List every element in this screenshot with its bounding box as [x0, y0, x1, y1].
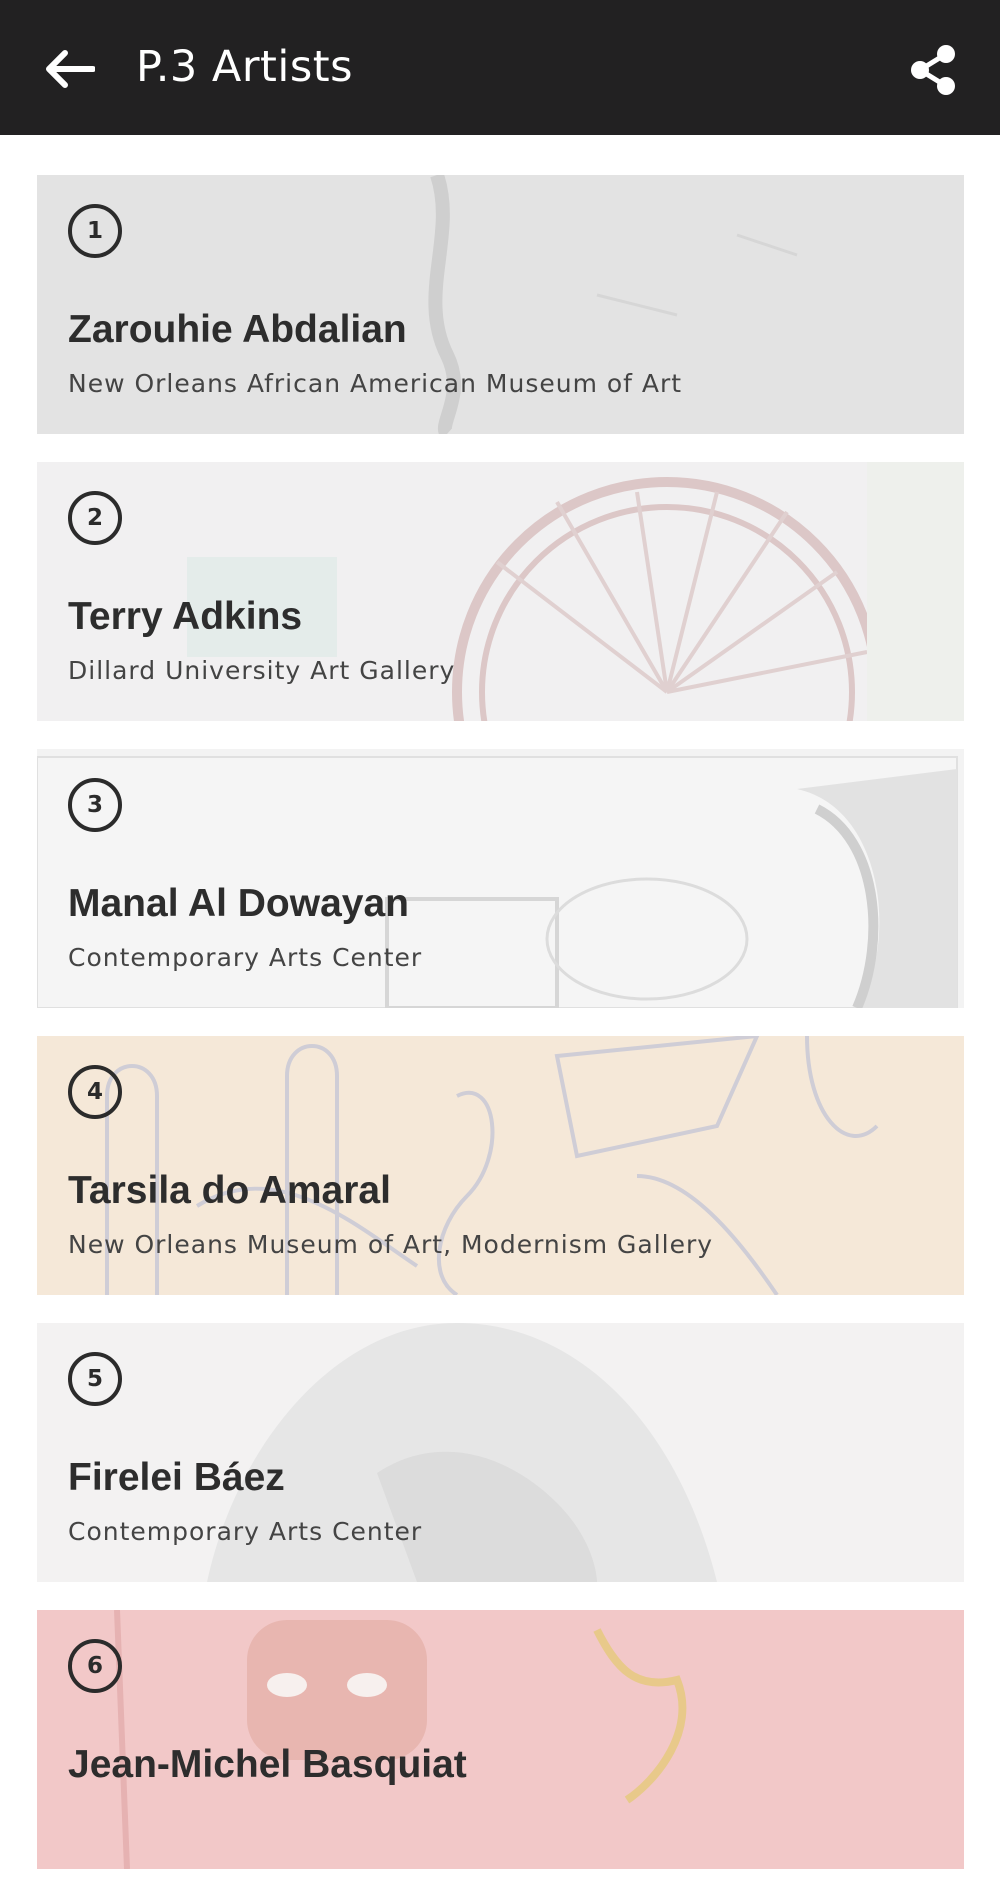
- artist-number-badge: 1: [68, 204, 122, 258]
- artist-number-badge: 6: [68, 1639, 122, 1693]
- artist-card[interactable]: 3 Manal Al Dowayan Contemporary Arts Cen…: [37, 749, 964, 1008]
- artist-number-badge: 4: [68, 1065, 122, 1119]
- artist-list: 1 Zarouhie Abdalian New Orleans African …: [37, 175, 964, 1897]
- artist-number-badge: 3: [68, 778, 122, 832]
- artist-venue: Contemporary Arts Center: [68, 943, 423, 972]
- artist-venue: Dillard University Art Gallery: [68, 656, 456, 685]
- artist-card[interactable]: 2 Terry Adkins Dillard University Art Ga…: [37, 462, 964, 721]
- artist-number-badge: 5: [68, 1352, 122, 1406]
- artist-venue: Contemporary Arts Center: [68, 1517, 423, 1546]
- artist-venue: New Orleans African American Museum of A…: [68, 369, 683, 398]
- artist-name: Manal Al Dowayan: [68, 882, 409, 925]
- share-button[interactable]: [900, 38, 966, 102]
- artist-name: Firelei Báez: [68, 1456, 285, 1499]
- artist-number-badge: 2: [68, 491, 122, 545]
- artist-card[interactable]: 5 Firelei Báez Contemporary Arts Center: [37, 1323, 964, 1582]
- back-button[interactable]: [38, 38, 100, 100]
- artist-venue: New Orleans Museum of Art, Modernism Gal…: [68, 1230, 714, 1259]
- artist-name: Tarsila do Amaral: [68, 1169, 391, 1212]
- artist-card[interactable]: 4 Tarsila do Amaral New Orleans Museum o…: [37, 1036, 964, 1295]
- artist-card[interactable]: 1 Zarouhie Abdalian New Orleans African …: [37, 175, 964, 434]
- share-icon: [911, 45, 955, 95]
- artist-name: Terry Adkins: [68, 595, 303, 638]
- artist-name: Zarouhie Abdalian: [68, 308, 407, 351]
- app-bar: P.3 Artists: [0, 0, 1000, 135]
- artist-card[interactable]: 6 Jean-Michel Basquiat: [37, 1610, 964, 1869]
- artwork-image: [37, 1610, 964, 1869]
- arrow-left-icon: [46, 50, 95, 88]
- page-title: P.3 Artists: [136, 42, 353, 92]
- artist-name: Jean-Michel Basquiat: [68, 1743, 467, 1786]
